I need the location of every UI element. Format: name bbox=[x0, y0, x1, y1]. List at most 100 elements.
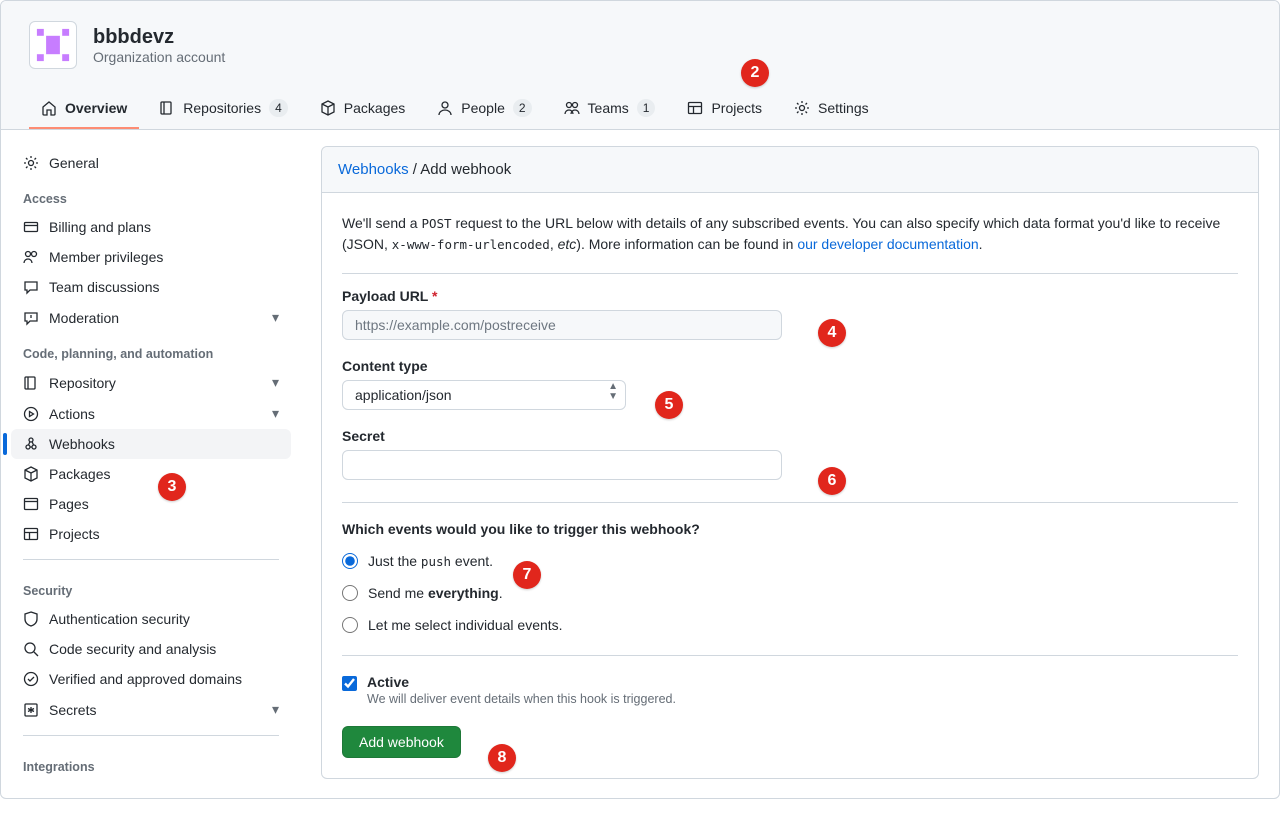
webhook-panel: Webhooks / Add webhook We'll send a POST… bbox=[321, 146, 1259, 779]
breadcrumb-sep: / bbox=[409, 161, 421, 178]
sidebar-item-label: Packages bbox=[49, 466, 110, 482]
sidebar-item-packages[interactable]: Packages bbox=[11, 459, 291, 489]
package-icon bbox=[23, 466, 39, 482]
sidebar-item-team-discussions[interactable]: Team discussions bbox=[11, 272, 291, 302]
repo-icon bbox=[23, 375, 39, 391]
tab-counter: 1 bbox=[637, 99, 656, 117]
chevron-down-icon: ▾ bbox=[272, 374, 279, 391]
org-name: bbbdevz bbox=[93, 26, 225, 49]
gear-icon bbox=[23, 155, 39, 171]
sidebar-item-billing[interactable]: Billing and plans bbox=[11, 212, 291, 242]
content-type-label: Content type bbox=[342, 358, 1238, 374]
sidebar-item-label: Projects bbox=[49, 526, 100, 542]
sidebar-item-label: Team discussions bbox=[49, 279, 160, 295]
sidebar-item-webhooks[interactable]: Webhooks bbox=[11, 429, 291, 459]
people-icon bbox=[23, 249, 39, 265]
tab-label: Teams bbox=[588, 100, 629, 116]
add-webhook-button[interactable]: Add webhook bbox=[342, 726, 461, 758]
active-subtext: We will deliver event details when this … bbox=[367, 692, 676, 706]
sidebar-item-auth-security[interactable]: Authentication security bbox=[11, 604, 291, 634]
active-label: Active bbox=[367, 674, 409, 690]
secret-input[interactable] bbox=[342, 450, 782, 480]
events-question: Which events would you like to trigger t… bbox=[342, 502, 1238, 537]
annotation-6: 6 bbox=[818, 467, 846, 495]
radio-just-push[interactable] bbox=[342, 553, 358, 569]
sidebar-item-general[interactable]: General bbox=[11, 148, 291, 178]
annotation-7: 7 bbox=[513, 561, 541, 589]
org-avatar bbox=[29, 21, 77, 69]
gear-icon bbox=[794, 100, 810, 116]
org-subtitle: Organization account bbox=[93, 49, 225, 65]
report-icon bbox=[23, 310, 39, 326]
package-icon bbox=[320, 100, 336, 116]
sidebar-item-projects[interactable]: Projects bbox=[11, 519, 291, 549]
sidebar-item-pages[interactable]: Pages bbox=[11, 489, 291, 519]
divider bbox=[23, 735, 279, 736]
verified-icon bbox=[23, 671, 39, 687]
person-icon bbox=[437, 100, 453, 116]
annotation-8: 8 bbox=[488, 744, 516, 772]
sidebar-heading-security: Security bbox=[11, 570, 291, 604]
radio-individual[interactable] bbox=[342, 617, 358, 633]
sidebar-item-verified-domains[interactable]: Verified and approved domains bbox=[11, 664, 291, 694]
annotation-5: 5 bbox=[655, 391, 683, 419]
sidebar-item-secrets[interactable]: Secrets ▾ bbox=[11, 694, 291, 725]
breadcrumb-root[interactable]: Webhooks bbox=[338, 161, 409, 178]
primary-tabs: Overview Repositories 4 Packages People … bbox=[29, 89, 1251, 129]
active-checkbox[interactable] bbox=[342, 676, 357, 691]
divider bbox=[23, 559, 279, 560]
radio-everything[interactable] bbox=[342, 585, 358, 601]
docs-link[interactable]: our developer documentation bbox=[797, 236, 978, 252]
tab-people[interactable]: People 2 bbox=[425, 89, 543, 129]
tab-repositories[interactable]: Repositories 4 bbox=[147, 89, 300, 129]
sidebar-heading-code: Code, planning, and automation bbox=[11, 333, 291, 367]
sidebar-item-label: Verified and approved domains bbox=[49, 671, 242, 687]
sidebar-item-label: Actions bbox=[49, 406, 95, 422]
tab-projects[interactable]: Projects bbox=[675, 89, 774, 129]
project-table-icon bbox=[687, 100, 703, 116]
sidebar-item-label: General bbox=[49, 155, 99, 171]
sidebar-item-label: Secrets bbox=[49, 702, 96, 718]
content-type-select[interactable]: application/json bbox=[342, 380, 626, 410]
annotation-4: 4 bbox=[818, 319, 846, 347]
tab-settings[interactable]: Settings bbox=[782, 89, 881, 129]
sidebar-item-label: Moderation bbox=[49, 310, 119, 326]
radio-label: Just the push event. bbox=[368, 553, 493, 569]
sidebar-item-member-privileges[interactable]: Member privileges bbox=[11, 242, 291, 272]
browser-icon bbox=[23, 496, 39, 512]
repo-icon bbox=[159, 100, 175, 116]
sidebar-item-label: Repository bbox=[49, 375, 116, 391]
annotation-3: 3 bbox=[158, 473, 186, 501]
intro-text: We'll send a POST request to the URL bel… bbox=[342, 213, 1238, 274]
sidebar-heading-integrations: Integrations bbox=[11, 746, 291, 780]
tab-overview[interactable]: Overview bbox=[29, 89, 139, 129]
sidebar-item-label: Member privileges bbox=[49, 249, 163, 265]
sidebar-item-code-security[interactable]: Code security and analysis bbox=[11, 634, 291, 664]
payload-url-input[interactable] bbox=[342, 310, 782, 340]
sidebar-item-repository[interactable]: Repository ▾ bbox=[11, 367, 291, 398]
settings-sidebar: General Access Billing and plans Member … bbox=[1, 130, 301, 798]
chevron-down-icon: ▾ bbox=[272, 701, 279, 718]
sidebar-item-label: Billing and plans bbox=[49, 219, 151, 235]
sidebar-item-actions[interactable]: Actions ▾ bbox=[11, 398, 291, 429]
people-icon bbox=[564, 100, 580, 116]
tab-packages[interactable]: Packages bbox=[308, 89, 417, 129]
tab-label: Packages bbox=[344, 100, 405, 116]
main-content: Webhooks / Add webhook We'll send a POST… bbox=[301, 130, 1279, 798]
annotation-2: 2 bbox=[741, 59, 769, 87]
play-icon bbox=[23, 406, 39, 422]
key-asterisk-icon bbox=[23, 702, 39, 718]
sidebar-item-label: Code security and analysis bbox=[49, 641, 216, 657]
project-table-icon bbox=[23, 526, 39, 542]
webhook-icon bbox=[23, 436, 39, 452]
sidebar-item-label: Webhooks bbox=[49, 436, 115, 452]
radio-label: Send me everything. bbox=[368, 585, 503, 601]
chevron-down-icon: ▾ bbox=[272, 309, 279, 326]
tab-teams[interactable]: Teams 1 bbox=[552, 89, 668, 129]
sidebar-item-moderation[interactable]: Moderation ▾ bbox=[11, 302, 291, 333]
sidebar-heading-access: Access bbox=[11, 178, 291, 212]
tab-label: Overview bbox=[65, 100, 127, 116]
tab-counter: 2 bbox=[513, 99, 532, 117]
radio-label: Let me select individual events. bbox=[368, 617, 563, 633]
tab-label: People bbox=[461, 100, 505, 116]
